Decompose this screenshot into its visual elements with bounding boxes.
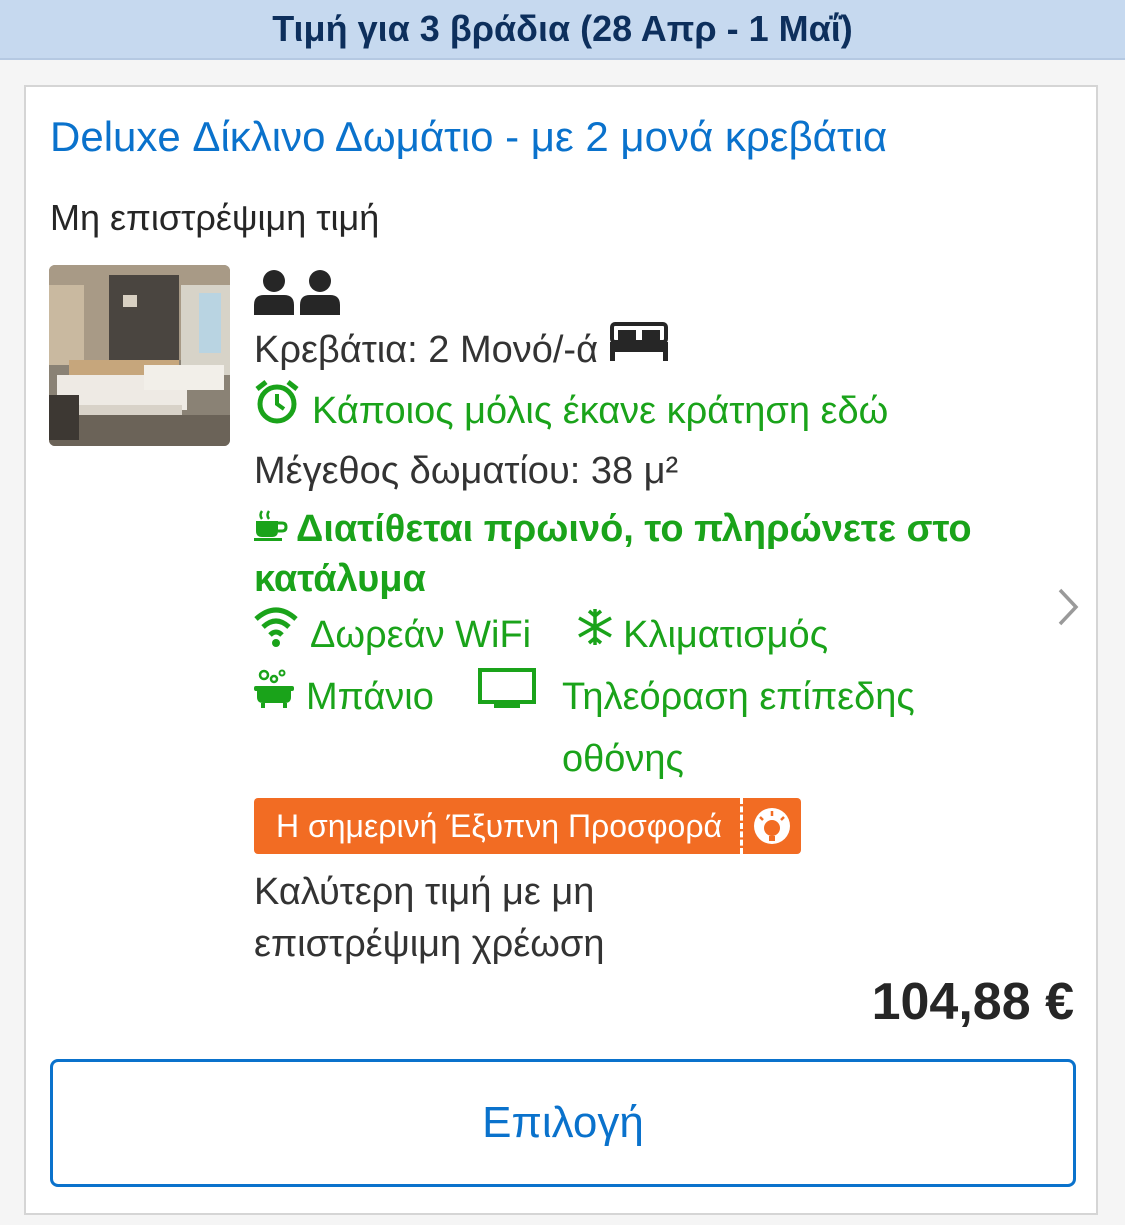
- lightbulb-icon: [743, 798, 801, 854]
- smart-deal-badge[interactable]: Η σημερινή Έξυπνη Προσφορά: [254, 798, 802, 854]
- breakfast-row: Διατίθεται πρωινό, το πληρώνετε στο κατά…: [254, 500, 1034, 604]
- best-price-note: Καλύτερη τιμή με μη επιστρέψιμη χρέωση: [254, 871, 605, 965]
- cancellation-policy: Μη επιστρέψιμη τιμή: [50, 197, 380, 238]
- breakfast-text: Διατίθεται πρωινό, το πληρώνετε στο κατά…: [254, 508, 972, 600]
- room-photo[interactable]: [49, 265, 230, 446]
- smart-deal-text: Η σημερινή Έξυπνη Προσφορά: [276, 808, 723, 844]
- alarm-clock-icon: [254, 379, 300, 442]
- beds-row: Κρεβάτια: 2 Μονό/-ά: [254, 321, 1034, 379]
- room-price: 104,88 €: [871, 973, 1074, 1031]
- chevron-right-icon[interactable]: [1056, 587, 1080, 632]
- snowflake-icon: [575, 606, 615, 664]
- tv-icon: [477, 667, 536, 727]
- facility-ac-label: Κλιματισμός: [623, 614, 829, 656]
- room-details: Κρεβάτια: 2 Μονό/-ά Κάποιος μόλις έκανε …: [254, 263, 1034, 970]
- price-summary-text: Τιμή για 3 βράδια (28 Απρ - 1 Μαΐ): [272, 8, 853, 49]
- facility-tv-icon-wrap: [477, 666, 548, 728]
- room-title[interactable]: Deluxe Δίκλινο Δωμάτιο - με 2 μονά κρεβά…: [50, 113, 887, 161]
- facility-tv-label: Τηλεόραση επίπεδης οθόνης: [562, 676, 915, 780]
- beds-text: Κρεβάτια: 2 Μονό/-ά: [254, 329, 599, 371]
- wifi-icon: [254, 605, 298, 666]
- coffee-cup-icon: [254, 504, 288, 554]
- two-persons-icon: [254, 263, 1034, 321]
- room-size-text: Μέγεθος δωματίου: 38 μ²: [254, 450, 679, 492]
- room-size-row: Μέγεθος δωματίου: 38 μ²: [254, 442, 1034, 500]
- facility-bath: Μπάνιο: [254, 666, 434, 728]
- recent-booking-text: Κάποιος μόλις έκανε κράτηση εδώ: [312, 389, 889, 432]
- facility-wifi: Δωρεάν WiFi: [254, 604, 531, 666]
- facility-wifi-label: Δωρεάν WiFi: [310, 614, 532, 656]
- select-room-button[interactable]: Επιλογή: [50, 1059, 1076, 1187]
- recent-booking-row: Κάποιος μόλις έκανε κράτηση εδώ: [254, 379, 1034, 442]
- bed-icon: [610, 321, 669, 379]
- facility-bath-label: Μπάνιο: [306, 676, 434, 718]
- price-summary-header: Τιμή για 3 βράδια (28 Απρ - 1 Μαΐ): [0, 0, 1125, 60]
- room-card[interactable]: Deluxe Δίκλινο Δωμάτιο - με 2 μονά κρεβά…: [24, 85, 1098, 1215]
- bathtub-icon: [254, 668, 294, 726]
- facility-air-conditioning: Κλιματισμός: [575, 604, 828, 666]
